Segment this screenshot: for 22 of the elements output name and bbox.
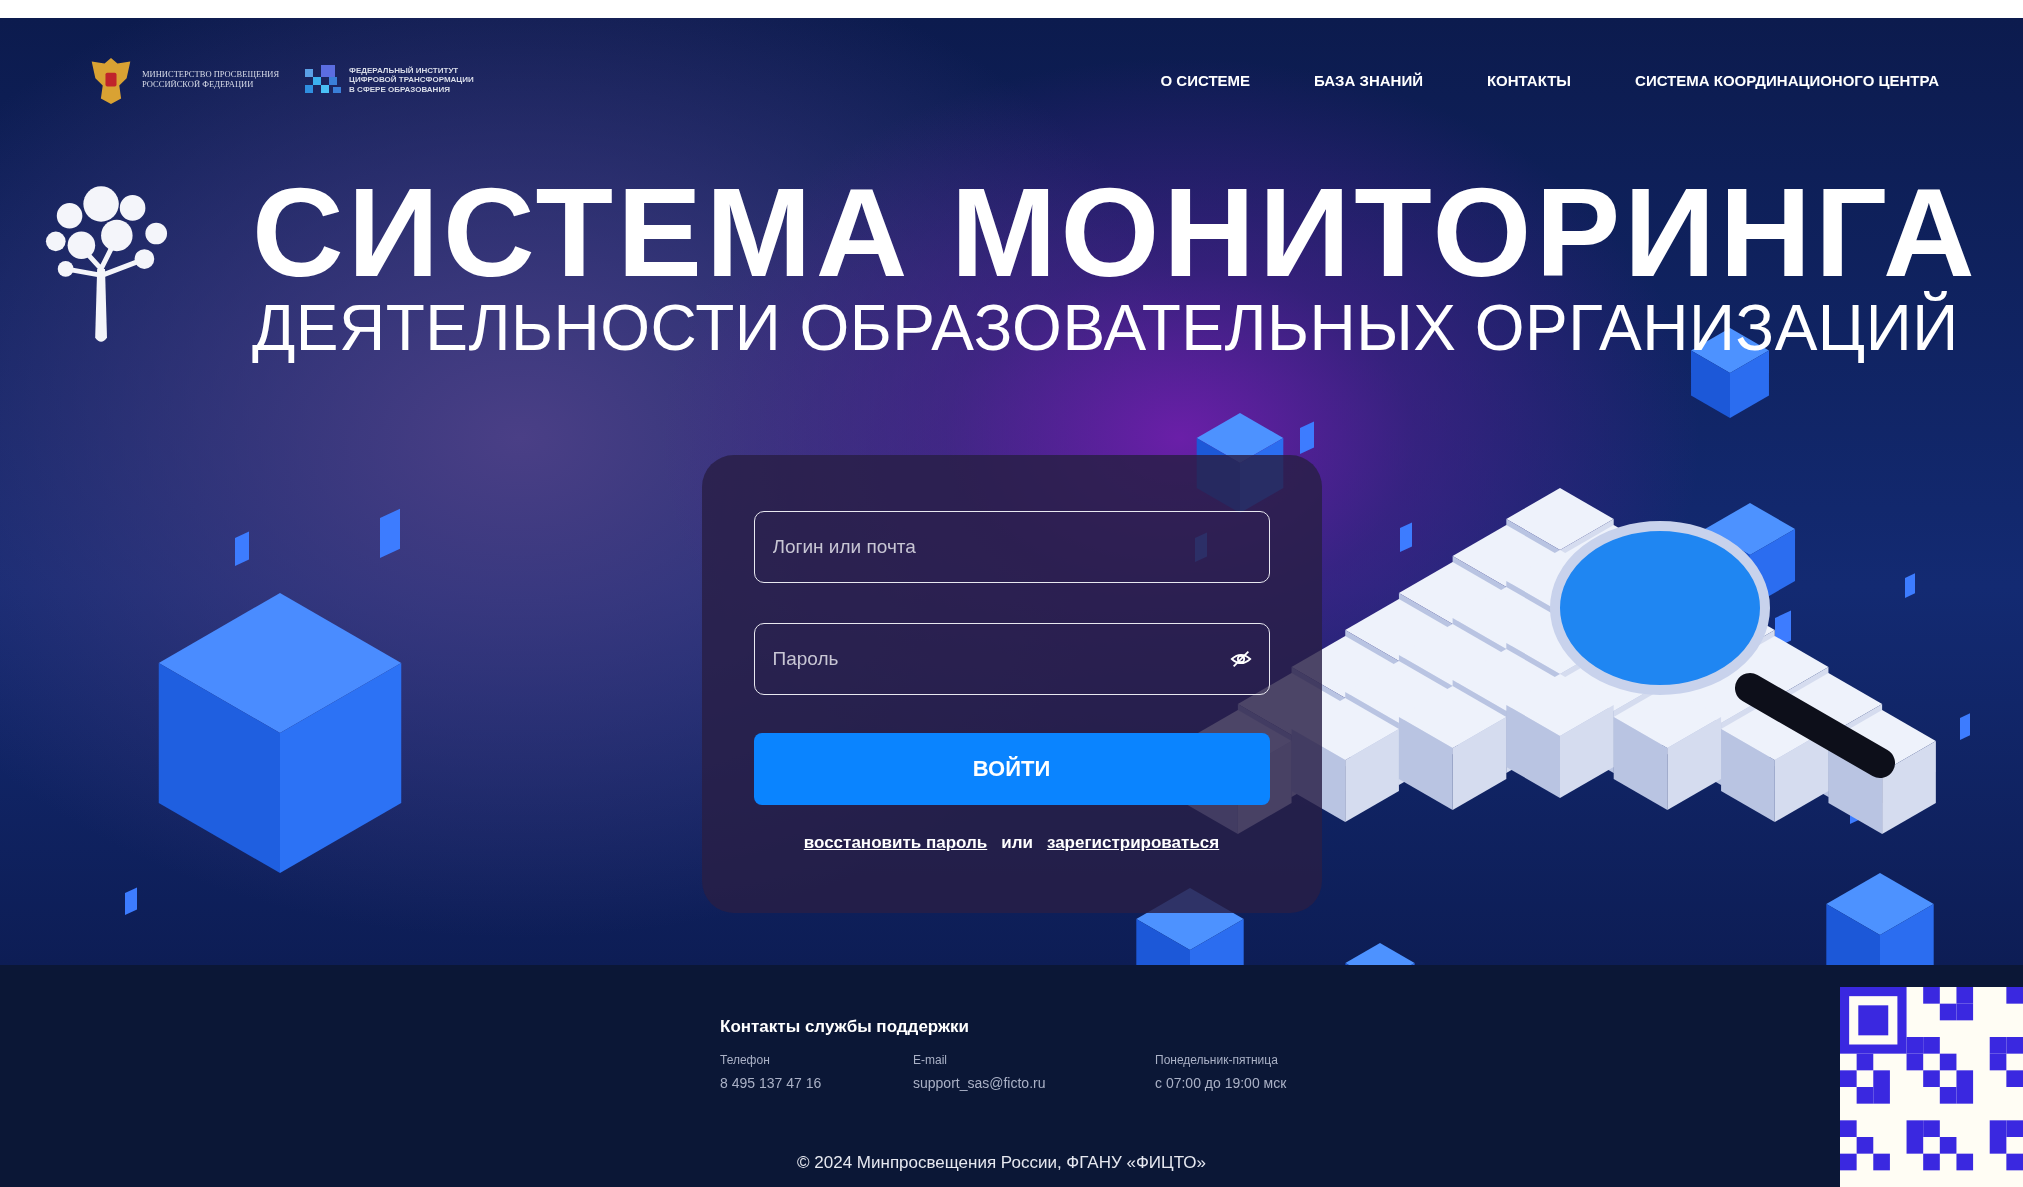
contact-label: Телефон: [720, 1053, 771, 1067]
institute-logo-text: ФЕДЕРАЛЬНЫЙ ИНСТИТУТ ЦИФРОВОЙ ТРАНСФОРМАЦИИ В СФЕРЕ ОБРАЗОВАНИЯ: [349, 66, 474, 94]
hero-subtitle: ДЕЯТЕЛЬНОСТИ ОБРАЗОВАТЕЛЬНЫХ ОРГАНИЗАЦИЙ: [252, 292, 1960, 364]
contact-value: support_sas@ficto.ru: [913, 1075, 1047, 1091]
restore-password-link[interactable]: восстановить пароль: [803, 833, 988, 854]
copyright-text: © 2024 Минпросвещения России, ФГАНУ «ФИЦТО»: [796, 1153, 1207, 1173]
password-field[interactable]: Пароль: [753, 623, 1270, 696]
nav-link[interactable]: СИСТЕМА КООРДИНАЦИОНОГО ЦЕНТРА: [1635, 71, 1939, 89]
contact-value: с 07:00 до 19:00 мск: [1155, 1075, 1287, 1091]
contact-label: E-mail: [913, 1053, 948, 1067]
login-field[interactable]: Логин или почта: [753, 511, 1270, 584]
contact-value: 8 495 137 47 16: [720, 1075, 823, 1091]
login-button[interactable]: ВОЙТИ: [753, 733, 1270, 806]
nav-link[interactable]: КОНТАКТЫ: [1486, 71, 1572, 89]
or-text: или: [1001, 833, 1033, 854]
nav-link[interactable]: О СИСТЕМЕ: [1160, 71, 1251, 89]
ministry-logo-text: МИНИСТЕРСТВО ПРОСВЕЩЕНИЯ РОССИЙСКОЙ ФЕДЕРАЦИИ: [142, 70, 280, 90]
register-link[interactable]: зарегистрироваться: [1046, 833, 1220, 854]
checker-squares-icon: [305, 65, 342, 95]
support-heading: Контакты службы поддержки: [720, 1017, 970, 1037]
contact-label: Понедельник-пятница: [1155, 1053, 1279, 1067]
nav-link[interactable]: БАЗА ЗНАНИЙ: [1314, 71, 1423, 89]
